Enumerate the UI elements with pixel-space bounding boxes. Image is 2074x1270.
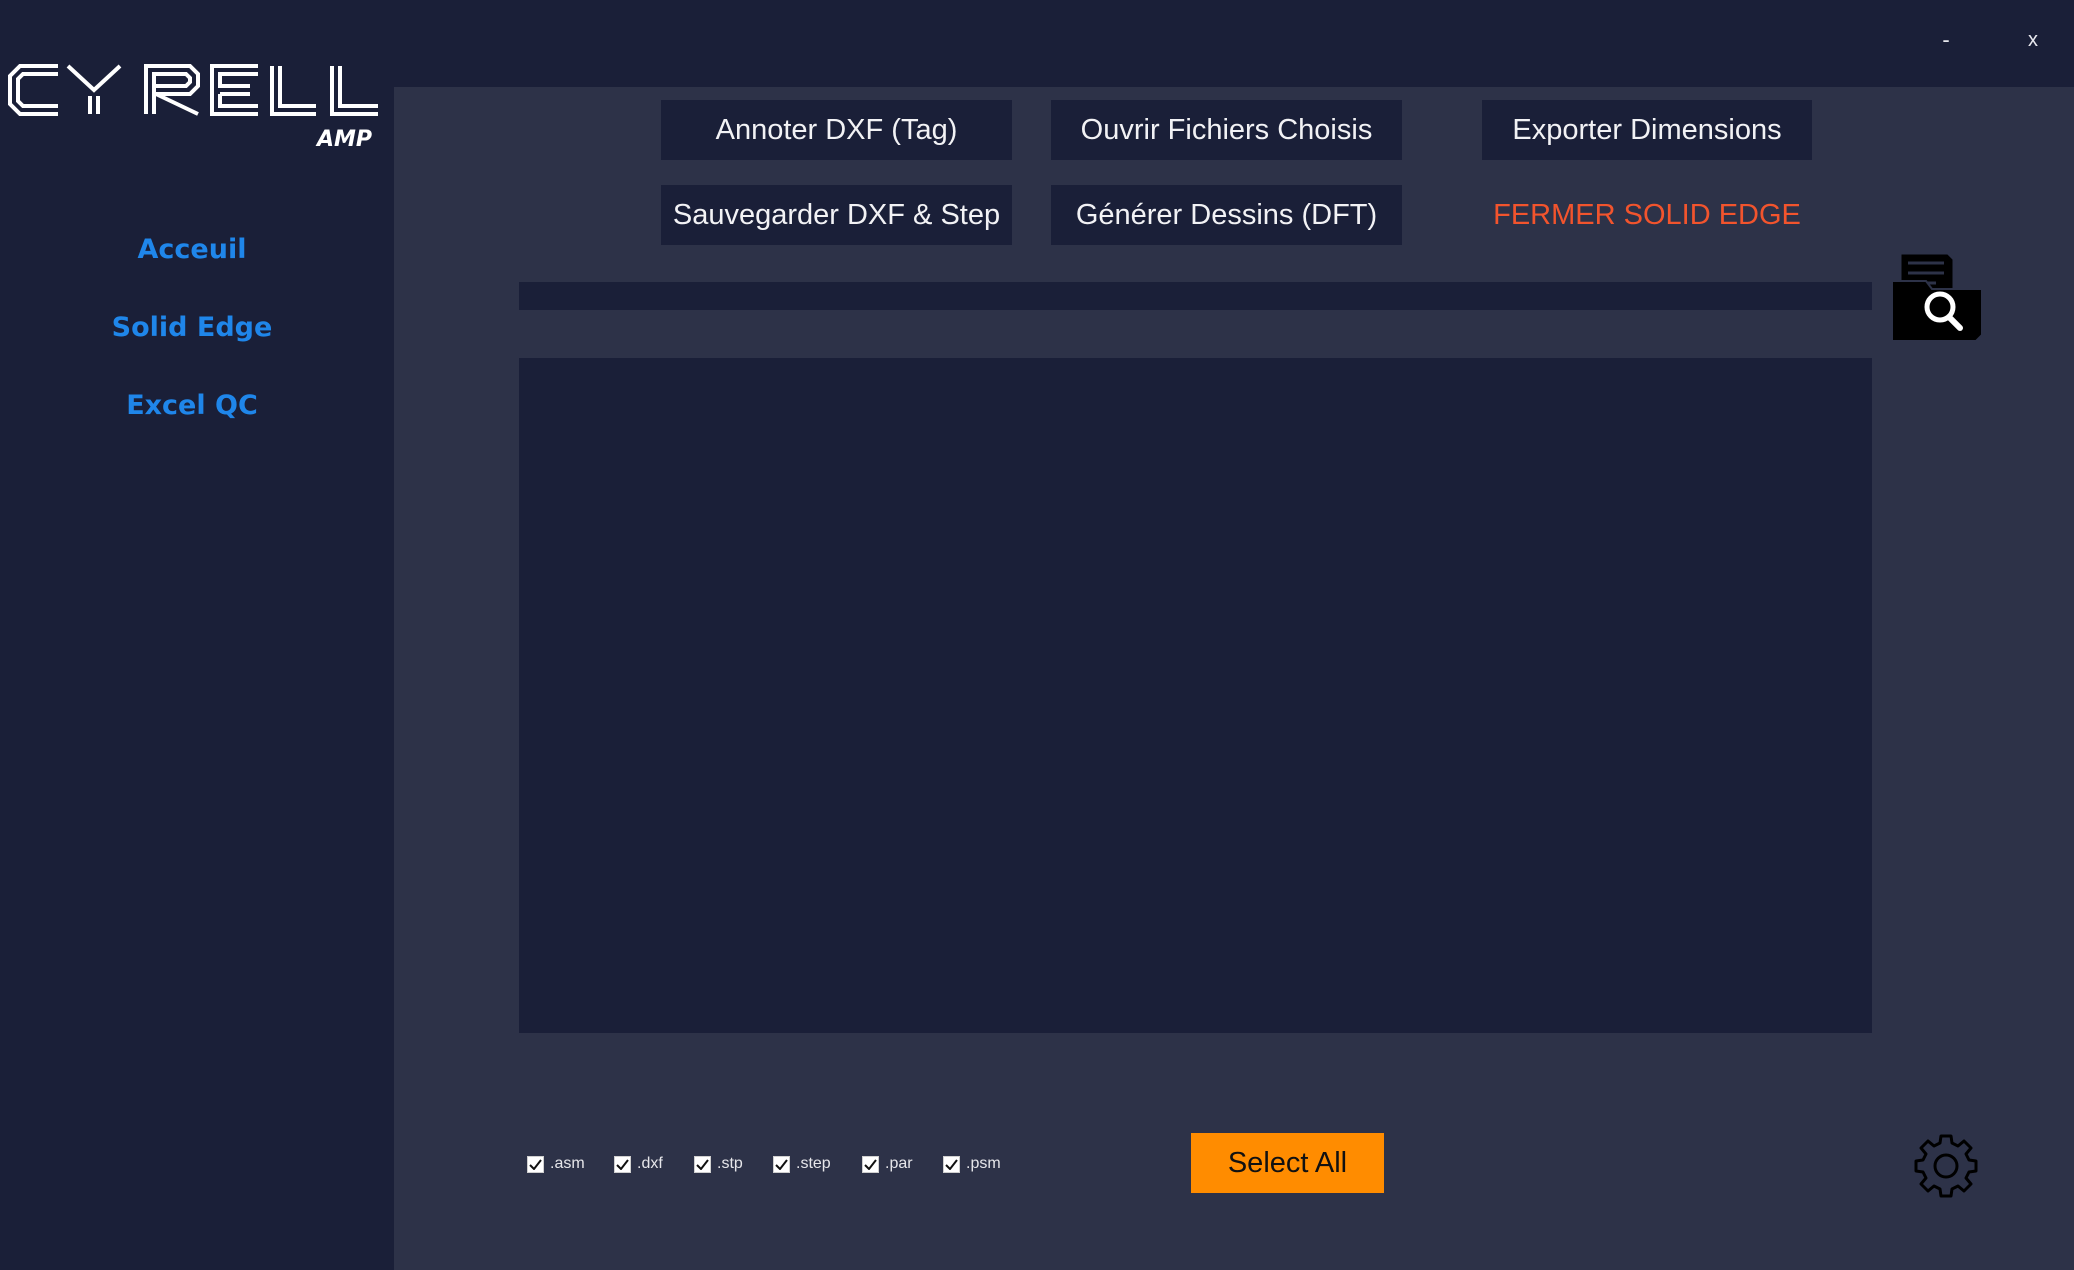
filter-par-checkbox[interactable]: .par	[862, 1146, 913, 1182]
minimize-button[interactable]: -	[1924, 18, 1968, 62]
checkbox-box[interactable]	[862, 1155, 879, 1173]
filter-label: .stp	[717, 1155, 743, 1172]
check-icon	[529, 1158, 542, 1170]
filter-step-checkbox[interactable]: .step	[773, 1146, 831, 1182]
checkbox-box[interactable]	[943, 1155, 960, 1173]
sidebar-item-acceuil[interactable]: Acceuil	[0, 234, 384, 265]
cyrell-logo-icon: AMP	[8, 64, 378, 152]
check-icon	[616, 1158, 629, 1170]
check-icon	[945, 1158, 958, 1170]
sidebar-item-solid-edge[interactable]: Solid Edge	[0, 312, 384, 343]
sidebar-item-excel-qc[interactable]: Excel QC	[0, 390, 384, 421]
close-button[interactable]: x	[2011, 18, 2055, 62]
filter-label: .step	[796, 1155, 831, 1172]
close-solid-edge-button[interactable]: FERMER SOLID EDGE	[1482, 185, 1812, 245]
annotate-dxf-button[interactable]: Annoter DXF (Tag)	[661, 100, 1012, 160]
checkbox-box[interactable]	[527, 1155, 544, 1173]
filter-stp-checkbox[interactable]: .stp	[694, 1146, 743, 1182]
app-window: - x AMP Acceuil Solid Edge Excel QC Anno…	[0, 0, 2074, 1270]
open-files-button[interactable]: Ouvrir Fichiers Choisis	[1051, 100, 1402, 160]
checkbox-box[interactable]	[694, 1155, 711, 1173]
filter-label: .psm	[966, 1155, 1001, 1172]
filter-dxf-checkbox[interactable]: .dxf	[614, 1146, 663, 1182]
folder-search-icon[interactable]	[1886, 247, 1990, 347]
filter-label: .asm	[550, 1155, 585, 1172]
progress-bar	[519, 282, 1872, 310]
save-dxf-step-button[interactable]: Sauvegarder DXF & Step	[661, 185, 1012, 245]
logo-sub-text: AMP	[315, 127, 372, 152]
main-panel: Annoter DXF (Tag) Ouvrir Fichiers Choisi…	[394, 87, 2074, 1270]
checkbox-box[interactable]	[773, 1155, 790, 1173]
file-list[interactable]	[519, 358, 1872, 1033]
filter-label: .par	[885, 1155, 913, 1172]
filter-psm-checkbox[interactable]: .psm	[943, 1146, 1001, 1182]
filter-label: .dxf	[637, 1155, 663, 1172]
check-icon	[775, 1158, 788, 1170]
select-all-button[interactable]: Select All	[1191, 1133, 1384, 1193]
check-icon	[696, 1158, 709, 1170]
logo: AMP	[6, 60, 386, 155]
generate-drawings-button[interactable]: Générer Dessins (DFT)	[1051, 185, 1402, 245]
export-dimensions-button[interactable]: Exporter Dimensions	[1482, 100, 1812, 160]
filter-asm-checkbox[interactable]: .asm	[527, 1146, 585, 1182]
check-icon	[864, 1158, 877, 1170]
gear-icon[interactable]	[1911, 1131, 1981, 1201]
checkbox-box[interactable]	[614, 1155, 631, 1173]
